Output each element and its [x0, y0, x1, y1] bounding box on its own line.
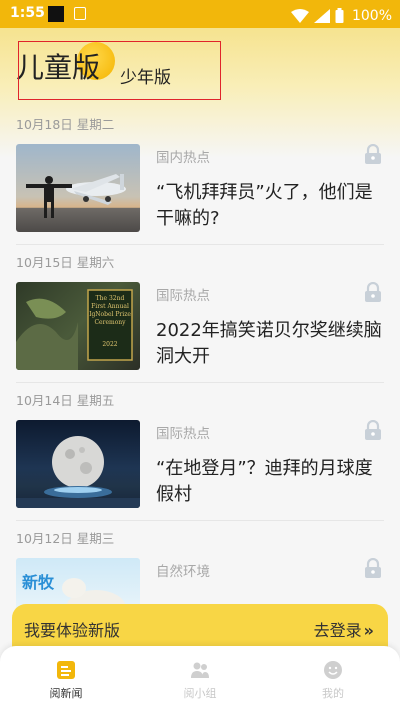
nav-label-profile: 我的: [322, 687, 344, 700]
profile-icon: [324, 661, 342, 679]
news-title[interactable]: “飞机拜拜员”火了，他们是干嘛的?: [156, 180, 388, 232]
news-date: 10月12日 星期三: [16, 531, 115, 546]
news-thumbnail-airplane[interactable]: [16, 144, 140, 232]
nav-group[interactable]: 阅小组: [150, 660, 250, 701]
group-icon: [191, 662, 209, 678]
battery-percent: 100%: [351, 7, 392, 24]
lock-icon: [365, 558, 381, 578]
nav-label-news: 阅新闻: [49, 687, 83, 700]
ignobel-book-image: The 32nd First Annual IgNobel Prize Cere…: [16, 289, 133, 370]
news-category: 国际热点: [156, 426, 210, 442]
lock-icon: [365, 282, 381, 302]
airplane-scene-icon: [26, 174, 126, 218]
news-date: 10月18日 星期二: [16, 117, 115, 132]
news-title[interactable]: 2022年搞笑诺贝尔奖继续脑洞大开: [156, 318, 388, 370]
ignobel-line-4: Ceremony: [94, 319, 126, 326]
lock-icon: [365, 144, 381, 164]
news-date: 10月15日 星期六: [16, 255, 115, 270]
promo-banner[interactable]: 我要体验新版 去登录»: [12, 604, 388, 650]
divider: [16, 244, 384, 245]
ignobel-line-1: The 32nd: [96, 295, 125, 302]
login-label: 去登录: [313, 621, 362, 640]
battery-icon: [335, 8, 344, 23]
ignobel-line-2: First Annual: [91, 303, 129, 310]
news-item[interactable]: 10月15日 星期六 The 32nd First Annual IgNobel…: [0, 246, 400, 384]
nav-news[interactable]: 阅新闻: [16, 660, 116, 701]
news-list: 10月18日 星期二 国内热点 “飞机拜拜员”火了，他们是干嘛的? 10月15日…: [0, 108, 400, 660]
ignobel-line-5: 2022: [102, 341, 117, 348]
news-date: 10月14日 星期五: [16, 393, 115, 408]
divider: [16, 520, 384, 521]
news-category: 国内热点: [156, 150, 210, 166]
promo-text: 我要体验新版: [24, 621, 121, 640]
status-bar: 1:55 100%: [0, 0, 400, 28]
nav-profile[interactable]: 我的: [283, 660, 383, 701]
news-category: 国际热点: [156, 288, 210, 304]
lock-icon: [365, 420, 381, 440]
news-category: 自然环境: [156, 564, 210, 580]
news-item[interactable]: 10月18日 星期二 国内热点 “飞机拜拜员”火了，他们是干嘛的?: [0, 108, 400, 246]
ignobel-line-3: IgNobel Prize: [89, 311, 131, 318]
nav-label-group: 阅小组: [183, 687, 217, 700]
calf-caption: 新牧: [22, 573, 55, 592]
login-link[interactable]: 去登录»: [314, 617, 374, 641]
status-indicators: 100%: [290, 5, 392, 24]
notification-square-icon: [48, 6, 64, 22]
news-title[interactable]: “在地登月”？迪拜的月球度假村: [156, 456, 388, 508]
moon-resort-image: [16, 436, 140, 508]
status-time: 1:55: [10, 5, 45, 21]
double-chevron-right-icon: »: [363, 621, 374, 640]
divider: [16, 382, 384, 383]
wifi-icon: [290, 8, 309, 23]
news-icon: [57, 661, 75, 679]
news-item[interactable]: 10月14日 星期五 国际热点 “在地登月”？迪拜的月球度假村: [0, 384, 400, 522]
news-thumbnail-moon-resort[interactable]: [16, 420, 140, 508]
highlight-box: [18, 41, 221, 100]
news-thumbnail-ignobel[interactable]: The 32nd First Annual IgNobel Prize Cere…: [16, 282, 140, 370]
app-notification-icon: [74, 7, 86, 20]
bottom-nav: 阅新闻 阅小组 我的: [0, 646, 400, 711]
signal-icon: [313, 8, 330, 23]
